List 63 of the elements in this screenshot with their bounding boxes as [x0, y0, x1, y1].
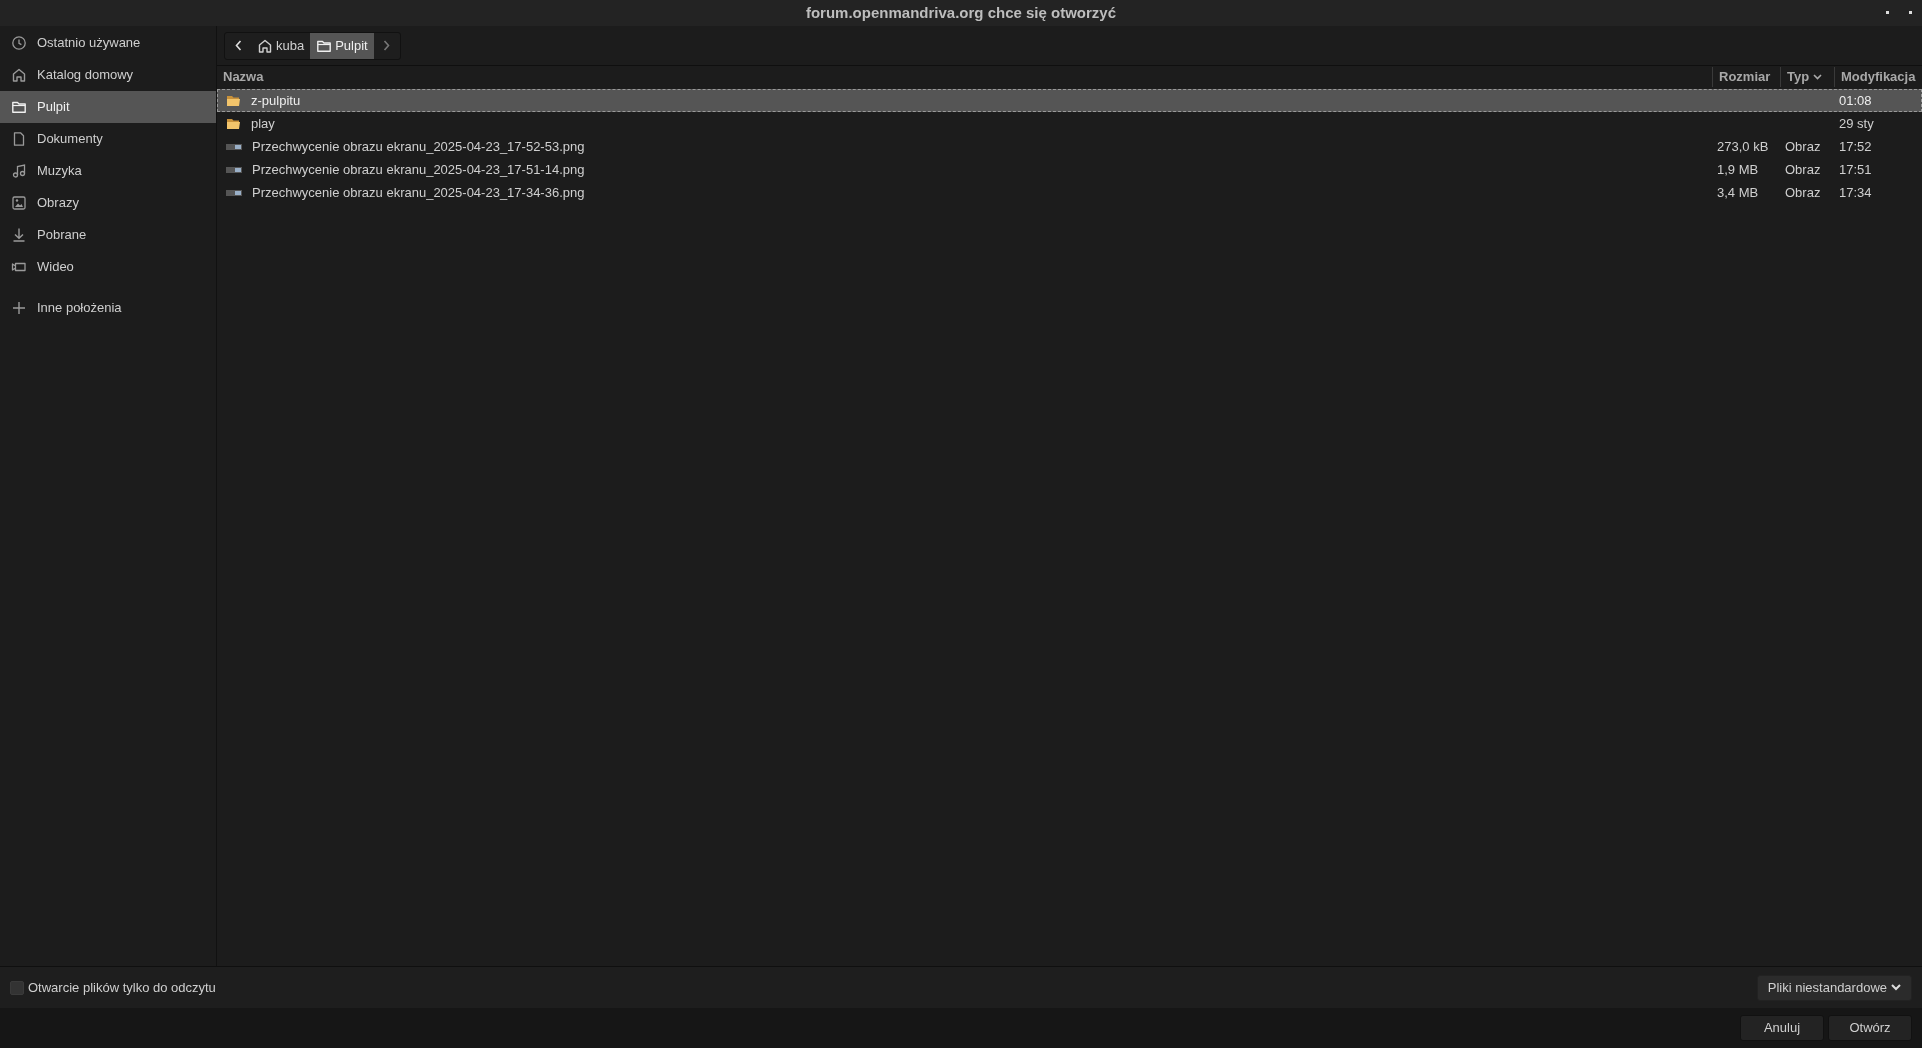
sidebar-item[interactable]: Muzyka — [0, 155, 216, 187]
sidebar-item[interactable]: Ostatnio używane — [0, 27, 216, 59]
checkbox-label: Otwarcie plików tylko do odczytu — [28, 978, 216, 997]
sidebar-item[interactable]: Pulpit — [0, 91, 216, 123]
close-icon[interactable] — [1909, 11, 1912, 14]
path-button[interactable]: Pulpit — [310, 32, 374, 59]
chevron-down-icon — [1813, 74, 1823, 80]
file-name: Przechwycenie obrazu ekranu_2025-04-23_17-51-14.png — [252, 160, 585, 179]
file-row[interactable]: play 29 sty — [217, 112, 1922, 135]
file-row[interactable]: Przechwycenie obrazu ekranu_2025-04-23_17-34-36.png 3,4 MB Obraz 17:34 — [217, 181, 1922, 204]
file-size: 3,4 MB — [1716, 183, 1760, 202]
window-title: forum.openmandriva.org chce się otworzyć — [805, 2, 1117, 23]
sidebar-item[interactable]: Pobrane — [0, 219, 216, 251]
column-header[interactable]: Nazwa — [217, 67, 1712, 87]
file-type: Obraz — [1784, 183, 1822, 202]
music-note-icon — [11, 163, 27, 179]
checkbox[interactable] — [10, 980, 24, 995]
file-name: Przechwycenie obrazu ekranu_2025-04-23_17-52-53.png — [252, 137, 585, 156]
file-name: z-pulpitu — [251, 91, 301, 110]
dialog-button[interactable]: Otwórz — [1828, 1015, 1912, 1041]
file-size: 1,9 MB — [1716, 160, 1760, 179]
modified-time: 17:52 — [1838, 137, 1873, 156]
folder-icon — [226, 94, 241, 107]
column-header[interactable]: Modyfikacja — [1834, 67, 1922, 87]
home-icon — [11, 67, 27, 83]
sidebar-item[interactable]: Katalog domowy — [0, 59, 216, 91]
file-name: play — [251, 114, 275, 133]
file-type: Obraz — [1784, 160, 1822, 179]
folder-icon — [11, 99, 27, 115]
modified-time: 17:34 — [1838, 183, 1873, 202]
file-size: 273,0 kB — [1716, 137, 1770, 156]
dialog-button[interactable]: Anuluj — [1740, 1015, 1824, 1041]
path-button[interactable]: kuba — [251, 32, 311, 59]
file-name: Przechwycenie obrazu ekranu_2025-04-23_17-34-36.png — [252, 183, 585, 202]
file-row[interactable]: Przechwycenie obrazu ekranu_2025-04-23_17-52-53.png 273,0 kB Obraz 17:52 — [217, 135, 1922, 158]
image-thumbnail-icon — [226, 165, 242, 174]
chevron-down-icon — [1891, 984, 1901, 991]
file-row[interactable]: Przechwycenie obrazu ekranu_2025-04-23_17-51-14.png 1,9 MB Obraz 17:51 — [217, 158, 1922, 181]
sidebar-item[interactable]: Wideo — [0, 251, 216, 283]
column-header[interactable]: Typ — [1780, 67, 1834, 87]
file-row[interactable]: z-pulpitu 01:08 — [217, 89, 1922, 112]
image-icon — [11, 195, 27, 211]
file-filter-dropdown[interactable]: Pliki niestandardowe — [1756, 974, 1912, 1001]
column-label: Typ — [1787, 68, 1810, 87]
clock-icon — [11, 35, 27, 51]
sidebar-item[interactable]: Dokumenty — [0, 123, 216, 155]
plus-icon — [11, 300, 27, 316]
minimize-icon[interactable] — [1886, 11, 1889, 14]
document-icon — [11, 131, 27, 147]
chevron-left-icon — [234, 40, 242, 51]
home-icon — [257, 37, 273, 54]
image-thumbnail-icon — [226, 142, 242, 151]
modified-time: 29 sty — [1838, 114, 1875, 133]
folder-icon — [226, 117, 241, 130]
sidebar-item[interactable]: Obrazy — [0, 187, 216, 219]
column-header[interactable]: Rozmiar — [1712, 67, 1780, 87]
download-icon — [11, 227, 27, 243]
modified-time: 17:51 — [1838, 160, 1873, 179]
image-thumbnail-icon — [226, 188, 242, 197]
chevron-right-icon — [383, 40, 391, 51]
file-type: Obraz — [1784, 137, 1822, 156]
modified-time: 01:08 — [1838, 91, 1873, 110]
sidebar-item[interactable]: Inne położenia — [0, 292, 216, 324]
